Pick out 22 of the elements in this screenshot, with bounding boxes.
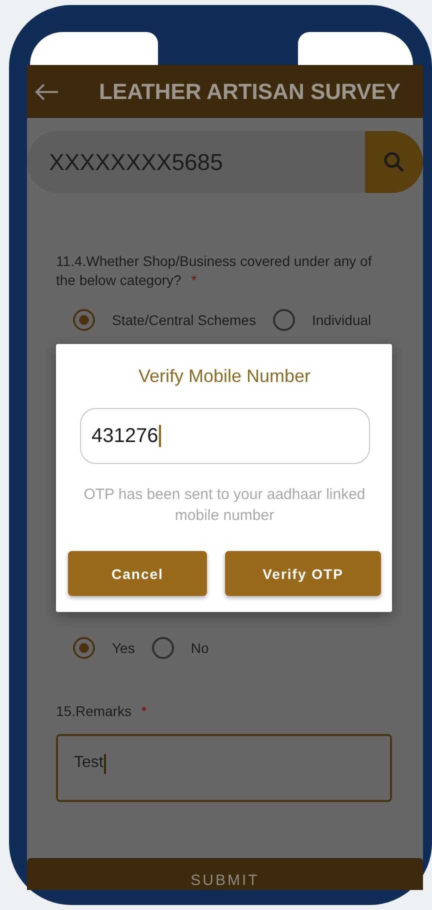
question-label: 15.Remarks *	[56, 702, 148, 721]
option-label: No	[190, 640, 209, 656]
remarks-field[interactable]: Test	[56, 734, 392, 802]
submit-button[interactable]: SUBMIT	[27, 858, 423, 890]
dialog-title: Verify Mobile Number	[138, 365, 311, 388]
option-label: Yes	[112, 640, 135, 656]
search-button[interactable]	[365, 131, 423, 193]
search-field[interactable]: XXXXXXXX5685	[27, 131, 365, 193]
app-title: LEATHER ARTISAN SURVEY	[99, 78, 401, 104]
back-arrow-icon[interactable]	[35, 82, 59, 100]
option-label: Individual	[312, 312, 372, 328]
radio-button[interactable]	[272, 309, 295, 331]
radio-button[interactable]	[73, 309, 95, 331]
verify-button[interactable]: Verify OTP	[225, 551, 381, 596]
otp-message: OTP has been sent to your aadhaar linked mobile number	[82, 485, 366, 526]
search-icon	[383, 151, 405, 173]
question-label: 11.4.Whether Shop/Business covered under any of the below category? *	[56, 252, 373, 290]
cancel-button[interactable]: Cancel	[68, 551, 207, 596]
radio-button[interactable]	[73, 637, 95, 659]
otp-field[interactable]: 431276	[80, 408, 370, 464]
option-label: State/Central Schemes	[112, 312, 256, 328]
radio-button[interactable]	[152, 637, 174, 659]
